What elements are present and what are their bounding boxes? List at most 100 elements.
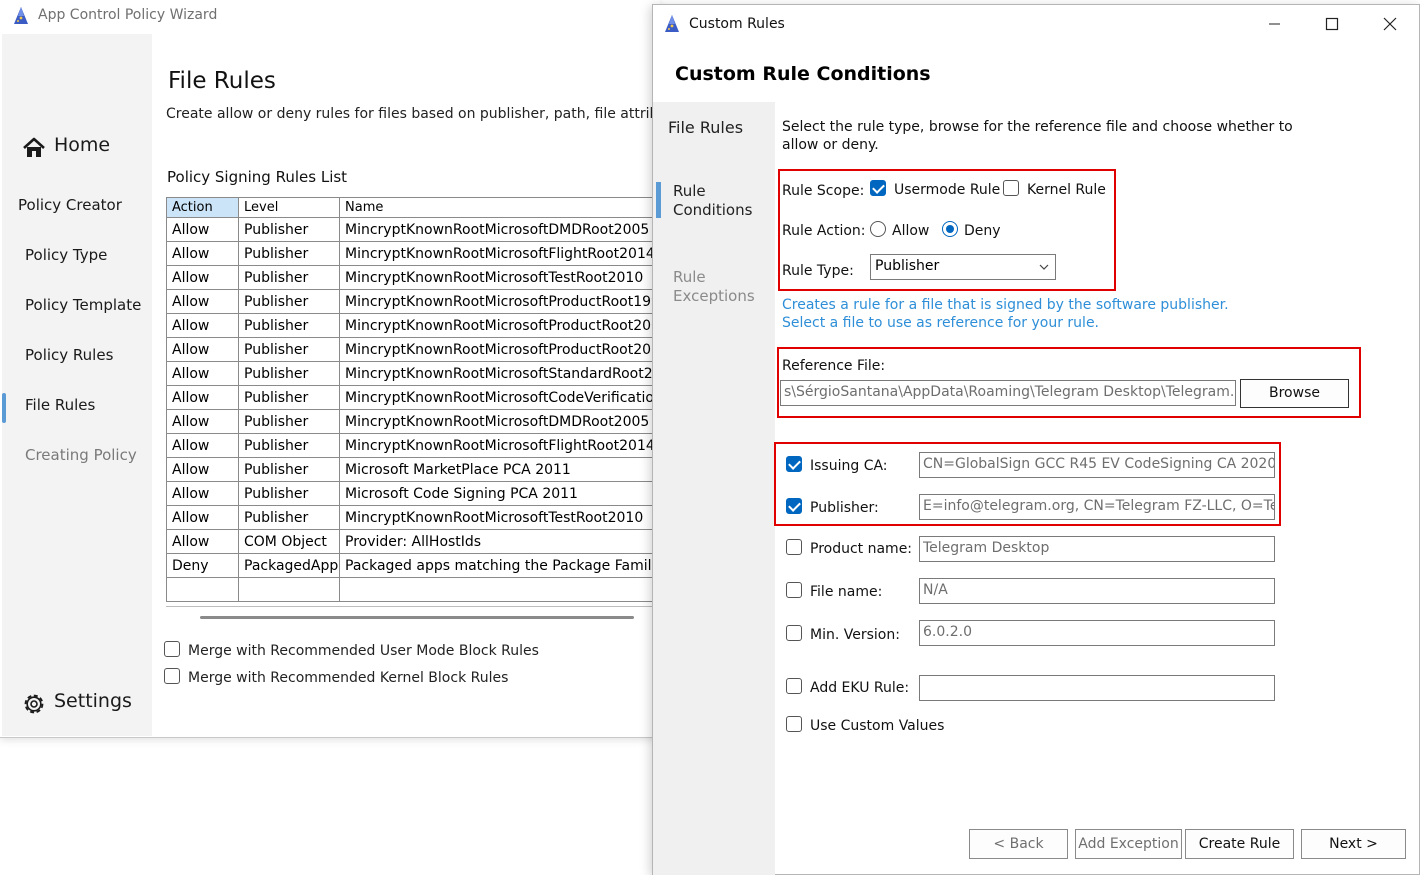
cell-name: MincryptKnownRootMicrosoftDMDRoot2005	[339, 409, 658, 434]
gear-icon	[24, 694, 44, 714]
cell-action: Allow	[166, 505, 239, 530]
checkbox-box[interactable]	[786, 582, 802, 598]
product-name-checkbox[interactable]: Product name:	[786, 539, 913, 557]
checkbox-box[interactable]	[1003, 180, 1019, 196]
table-row[interactable]: Allow COM Object Provider: AllHostIds	[166, 529, 658, 554]
deny-radio[interactable]: Deny	[942, 221, 1001, 239]
scrollbar-thumb[interactable]	[200, 616, 634, 619]
radio-label: Allow	[892, 223, 930, 239]
checkbox-box[interactable]	[870, 180, 886, 196]
checkbox-box[interactable]	[786, 625, 802, 641]
rule-conditions-panel: Select the rule type, browse for the ref…	[774, 102, 1419, 875]
merge-kernel-block-rules-checkbox[interactable]: Merge with Recommended Kernel Block Rule…	[164, 668, 508, 686]
step-rule-conditions[interactable]: Rule Conditions	[653, 182, 775, 222]
checkbox-box[interactable]	[786, 539, 802, 555]
cell-level: Publisher	[238, 313, 340, 338]
checkbox-box[interactable]	[786, 716, 802, 732]
allow-radio[interactable]: Allow	[870, 221, 930, 239]
nav-item-policy-creator[interactable]: Policy Creator	[2, 190, 152, 222]
min-version-field[interactable]: 6.0.2.0	[919, 620, 1275, 646]
back-button[interactable]: < Back	[969, 829, 1068, 859]
min-version-checkbox[interactable]: Min. Version:	[786, 625, 900, 643]
wizard-steps-sidebar: File Rules Rule Conditions Rule Exceptio…	[653, 102, 775, 875]
minimize-icon	[1269, 23, 1280, 25]
add-eku-rule-checkbox[interactable]: Add EKU Rule:	[786, 678, 909, 696]
eku-rule-field[interactable]	[919, 675, 1275, 701]
nav-selection-indicator	[2, 393, 6, 423]
nav-item-file-rules[interactable]: File Rules	[2, 390, 152, 423]
column-header-action[interactable]: Action	[166, 197, 239, 218]
table-row[interactable]: Allow Publisher MincryptKnownRootMicrosoft…	[166, 217, 658, 242]
table-row[interactable]: Allow Publisher Microsoft Code Signing PCA…	[166, 481, 658, 506]
publisher-checkbox[interactable]: Publisher:	[786, 498, 879, 516]
radio-circle[interactable]	[870, 221, 886, 237]
table-row[interactable]: Allow Publisher MincryptKnownRootMicrosoft…	[166, 505, 658, 530]
checkbox-label: Use Custom Values	[810, 718, 945, 734]
nav-item-policy-rules[interactable]: Policy Rules	[2, 340, 152, 372]
merge-user-mode-block-rules-checkbox[interactable]: Merge with Recommended User Mode Block R…	[164, 641, 539, 659]
cell-action: Deny	[166, 553, 239, 578]
next-button[interactable]: Next >	[1301, 829, 1406, 859]
table-row[interactable]: Allow Publisher MincryptKnownRootMicrosoft…	[166, 409, 658, 434]
kernel-rule-checkbox[interactable]: Kernel Rule	[1003, 180, 1106, 198]
nav-item-policy-template[interactable]: Policy Template	[2, 290, 152, 322]
checkbox-box[interactable]	[786, 498, 802, 514]
hint-line: Select a file to use as reference for yo…	[782, 315, 1100, 331]
horizontal-scrollbar[interactable]	[166, 606, 658, 626]
cell-action: Allow	[166, 361, 239, 386]
cell-action: Allow	[166, 289, 239, 314]
step-selection-indicator	[656, 182, 661, 218]
file-name-field[interactable]: N/A	[919, 578, 1275, 604]
use-custom-values-checkbox[interactable]: Use Custom Values	[786, 716, 945, 734]
table-row[interactable]: Allow Publisher MincryptKnownRootMicrosoft…	[166, 361, 658, 386]
nav-item-policy-type[interactable]: Policy Type	[2, 240, 152, 272]
maximize-button[interactable]	[1303, 5, 1361, 43]
rule-type-dropdown[interactable]: Publisher	[870, 254, 1056, 280]
nav-home[interactable]: Home	[2, 132, 152, 168]
cell-name: MincryptKnownRootMicrosoftStandardRoot20…	[339, 361, 658, 386]
nav-settings[interactable]: Settings	[2, 686, 152, 722]
checkbox-label: Product name:	[810, 541, 913, 557]
cell-level: Publisher	[238, 505, 340, 530]
main-window-title: App Control Policy Wizard	[38, 7, 218, 23]
table-row[interactable]: Allow Publisher MincryptKnownRootMicrosoft…	[166, 289, 658, 314]
nav-item-creating-policy[interactable]: Creating Policy	[2, 440, 152, 472]
table-row[interactable]: Allow Publisher MincryptKnownRootMicrosoft…	[166, 241, 658, 266]
checkbox-box[interactable]	[786, 678, 802, 694]
cell-action	[166, 577, 239, 602]
table-row[interactable]: Allow Publisher MincryptKnownRootMicrosoft…	[166, 385, 658, 410]
nav-settings-label: Settings	[54, 690, 132, 712]
file-name-checkbox[interactable]: File name:	[786, 582, 882, 600]
table-row[interactable]	[166, 577, 658, 602]
cell-name: Microsoft Code Signing PCA 2011	[339, 481, 658, 506]
checkbox-box[interactable]	[786, 456, 802, 472]
step-file-rules[interactable]: File Rules	[668, 118, 768, 137]
radio-circle[interactable]	[942, 221, 958, 237]
table-row[interactable]: Allow Publisher MincryptKnownRootMicrosoft…	[166, 433, 658, 458]
publisher-field[interactable]: E=info@telegram.org, CN=Telegram FZ-LLC,…	[919, 494, 1275, 520]
cell-action: Allow	[166, 217, 239, 242]
table-row[interactable]: Allow Publisher MincryptKnownRootMicrosoft…	[166, 337, 658, 362]
reference-file-path-field[interactable]: s\SérgioSantana\AppData\Roaming\Telegram…	[780, 380, 1236, 406]
minimize-button[interactable]	[1245, 5, 1303, 43]
close-button[interactable]	[1361, 5, 1419, 43]
cell-name: MincryptKnownRootMicrosoftDMDRoot2005	[339, 217, 658, 242]
add-exception-button[interactable]: Add Exception	[1075, 829, 1182, 859]
policy-signing-rules-table[interactable]: Action Level Name Allow Publisher Mincrypt…	[166, 197, 658, 602]
issuing-ca-checkbox[interactable]: Issuing CA:	[786, 456, 888, 474]
table-row[interactable]: Deny PackagedApp Packaged apps matching th…	[166, 553, 658, 578]
checkbox-box[interactable]	[164, 641, 180, 657]
checkbox-box[interactable]	[164, 668, 180, 684]
usermode-rule-checkbox[interactable]: Usermode Rule	[870, 180, 1000, 198]
product-name-field[interactable]: Telegram Desktop	[919, 536, 1275, 562]
issuing-ca-field[interactable]: CN=GlobalSign GCC R45 EV CodeSigning CA …	[919, 452, 1275, 478]
column-header-name[interactable]: Name	[339, 197, 658, 218]
browse-button[interactable]: Browse	[1240, 379, 1349, 408]
column-header-level[interactable]: Level	[238, 197, 340, 218]
table-row[interactable]: Allow Publisher MincryptKnownRootMicrosoft…	[166, 265, 658, 290]
table-row[interactable]: Allow Publisher Microsoft MarketPlace PCA …	[166, 457, 658, 482]
create-rule-button[interactable]: Create Rule	[1185, 829, 1294, 859]
home-icon	[23, 137, 45, 157]
table-row[interactable]: Allow Publisher MincryptKnownRootMicrosoft…	[166, 313, 658, 338]
main-titlebar: App Control Policy Wizard	[0, 0, 660, 34]
